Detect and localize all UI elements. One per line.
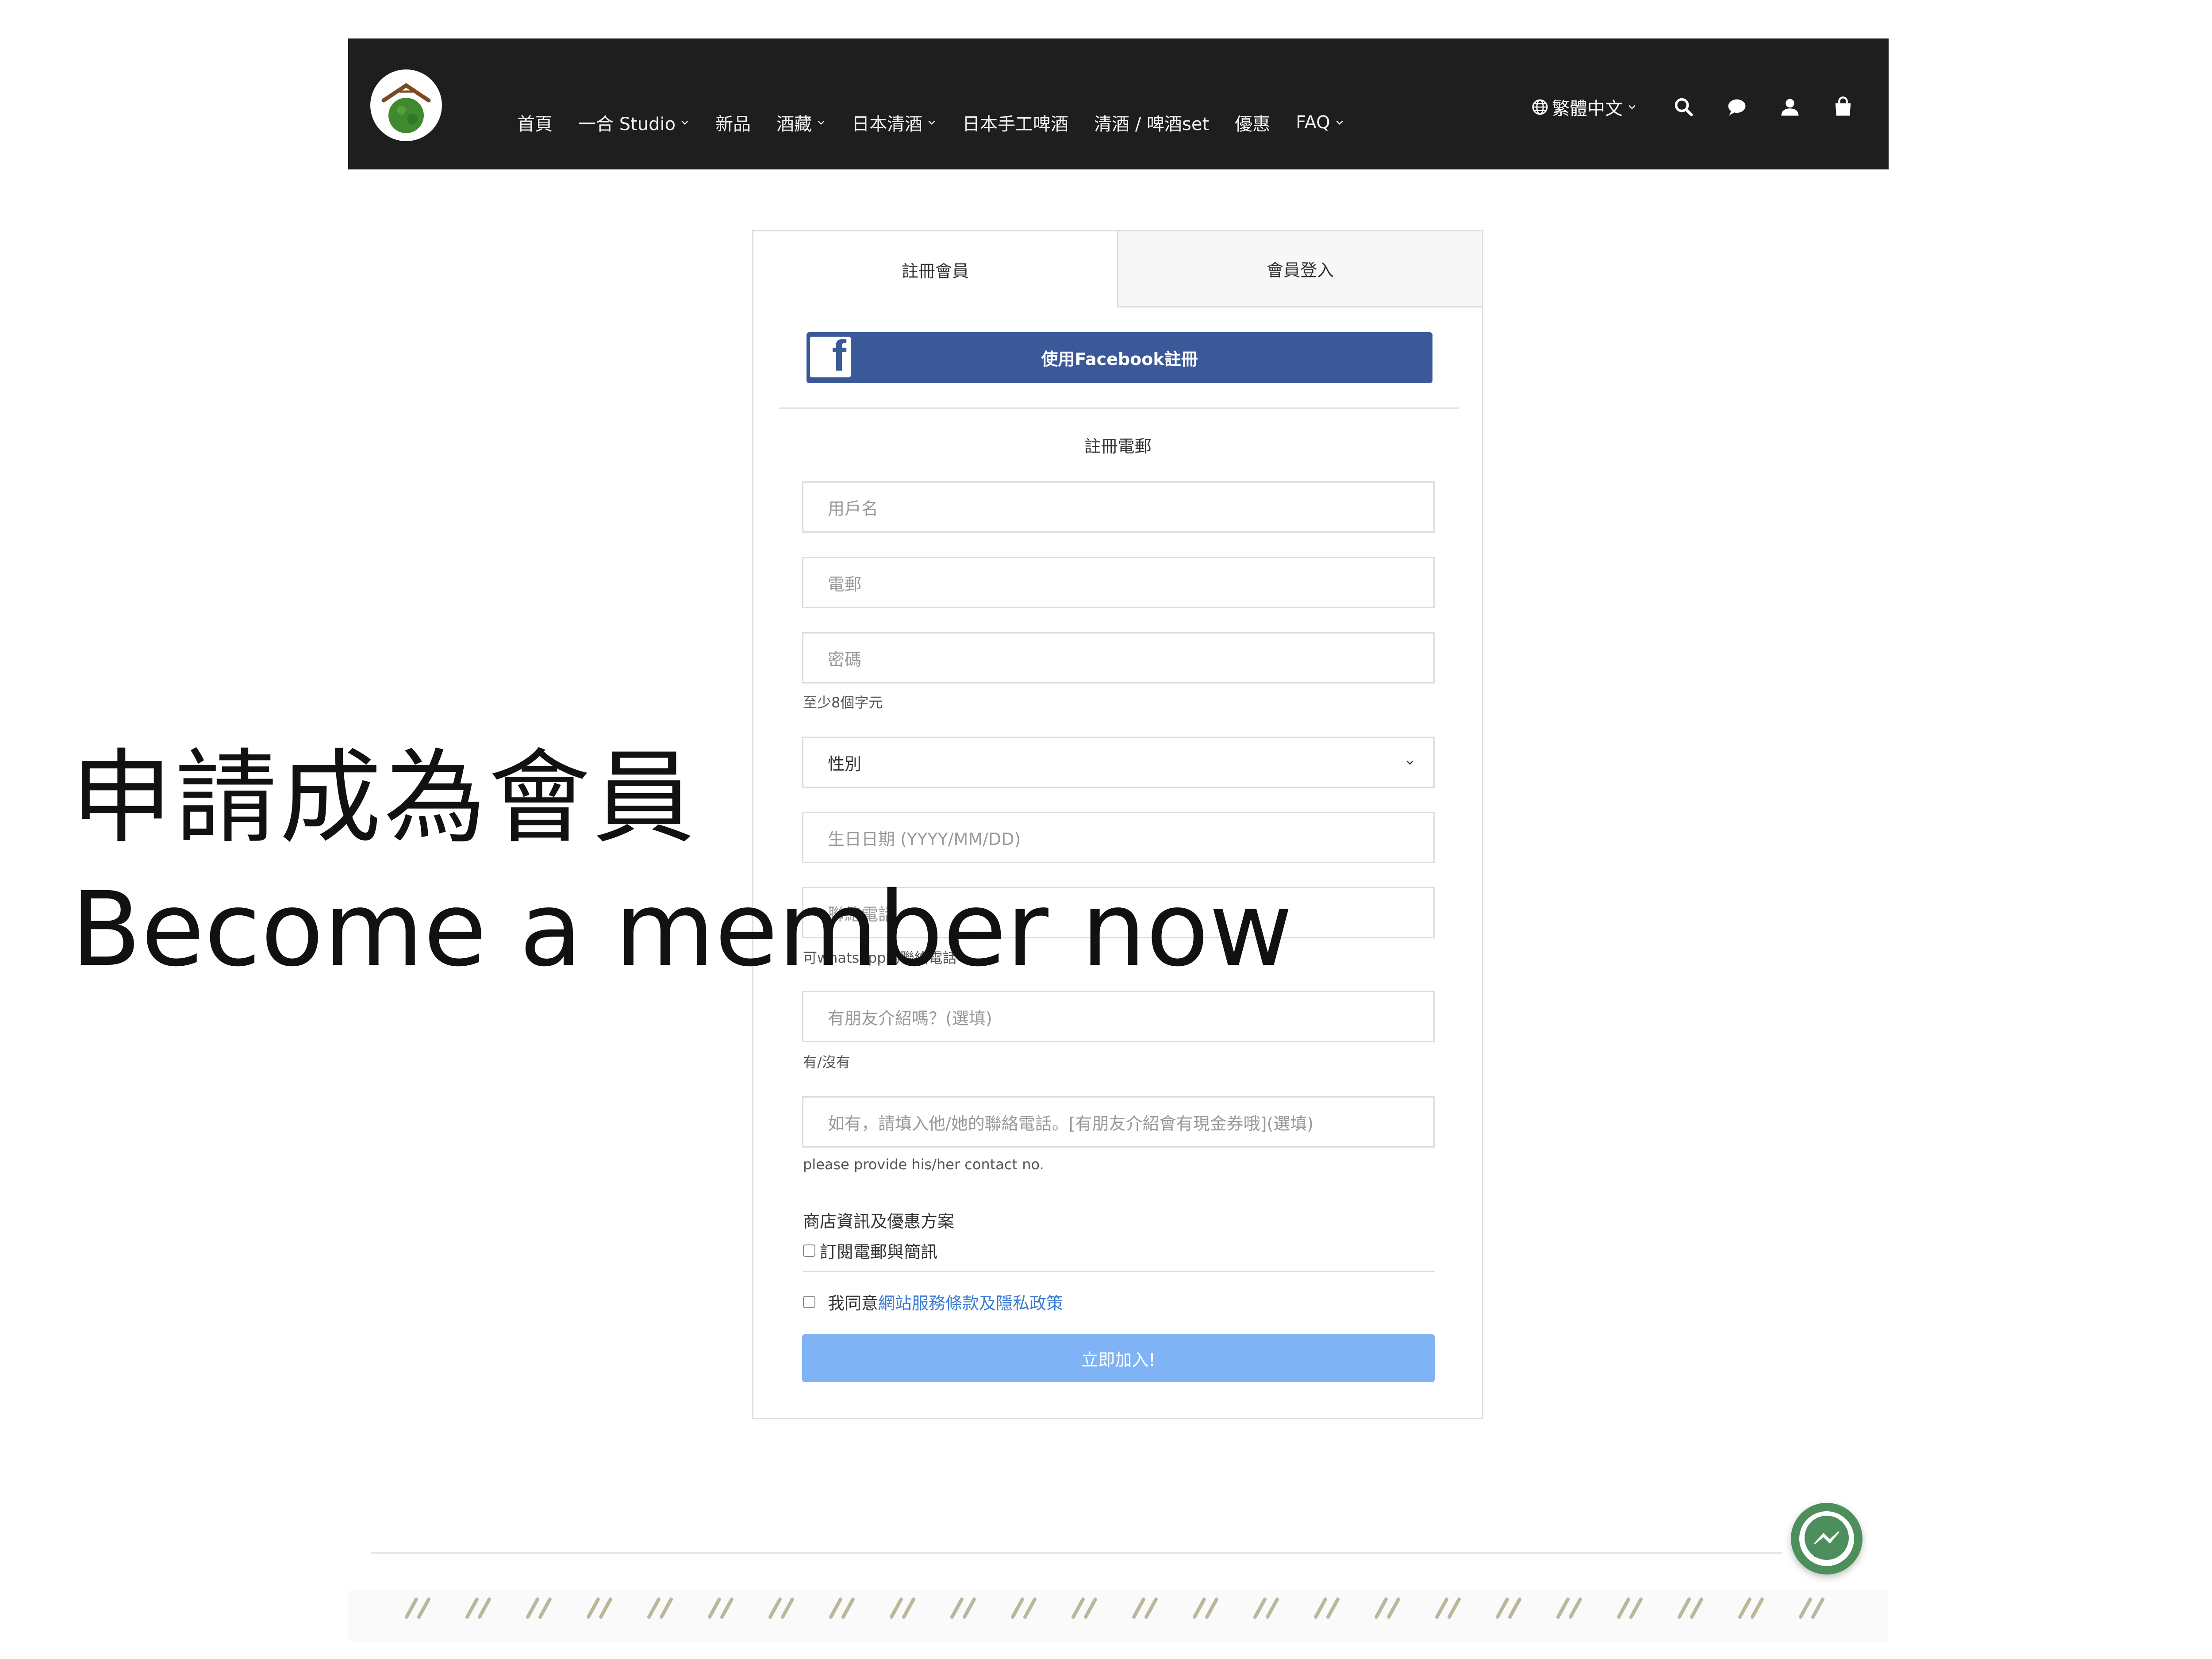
chevron-down-icon (1336, 120, 1343, 125)
nav-item-sake[interactable]: 日本清酒 (852, 110, 937, 135)
cart-icon (1835, 96, 1851, 116)
email-placeholder: 電郵 (828, 574, 862, 594)
nav-label: 日本清酒 (852, 114, 923, 134)
nav-item-offers[interactable]: 優惠 (1235, 110, 1270, 135)
email-input[interactable]: 電郵 (802, 557, 1435, 608)
nav-label: 優惠 (1235, 114, 1271, 134)
nav-item-studio[interactable]: 一合 Studio (578, 110, 690, 135)
decorative-stripes (348, 1590, 1888, 1641)
divider (803, 1271, 1435, 1272)
referral-help: 有/沒有 (803, 1054, 850, 1071)
tab-register[interactable]: 註冊會員 (753, 231, 1117, 307)
referral-input[interactable]: 有朋友介紹嗎？(選填) (802, 991, 1435, 1042)
gender-select[interactable]: 性別 (802, 737, 1435, 788)
marketing-title: 商店資訊及優惠方案 (803, 1212, 955, 1231)
auth-tabs: 註冊會員 會員登入 (753, 231, 1482, 307)
site-logo[interactable] (370, 69, 442, 141)
nav-label: 酒藏 (776, 114, 812, 134)
nav-item-home[interactable]: 首頁 (517, 110, 553, 135)
birthday-input[interactable]: 生日日期 (YYYY/MM/DD) (802, 812, 1435, 863)
cart-button[interactable] (1832, 96, 1855, 119)
divider (779, 407, 1459, 409)
username-input[interactable]: 用戶名 (802, 481, 1435, 533)
language-label: 繁體中文 (1552, 99, 1623, 119)
subscribe-label: 訂閱電郵與簡訊 (820, 1242, 938, 1262)
overlay-title-chinese: 申請成為會員 (71, 739, 698, 857)
messenger-icon (1799, 1511, 1854, 1566)
site-header: 首頁 一合 Studio 新品 酒藏 日本清酒 日本手工啤酒 清酒 / 啤酒se… (348, 38, 1889, 169)
referral-phone-placeholder: 如有，請填入他/她的聯絡電話。[有朋友介紹會有現金券哦](選填) (828, 1114, 1314, 1133)
nav-label: FAQ (1296, 112, 1330, 133)
messenger-button[interactable] (1791, 1503, 1863, 1575)
chevron-down-icon (1406, 760, 1413, 765)
nav-item-craft-beer[interactable]: 日本手工啤酒 (962, 110, 1068, 135)
nav-item-sets[interactable]: 清酒 / 啤酒set (1094, 110, 1209, 135)
username-placeholder: 用戶名 (828, 499, 879, 518)
search-button[interactable] (1672, 96, 1695, 119)
referral-placeholder: 有朋友介紹嗎？(選填) (828, 1008, 992, 1028)
chevron-down-icon (928, 120, 935, 125)
password-help: 至少8個字元 (803, 694, 883, 711)
password-placeholder: 密碼 (828, 649, 862, 669)
referral-phone-input[interactable]: 如有，請填入他/她的聯絡電話。[有朋友介紹會有現金券哦](選填) (802, 1096, 1435, 1148)
header-tools: 繁體中文 (1532, 92, 1885, 123)
facebook-register-button[interactable]: f 使用Facebook註冊 (806, 332, 1432, 383)
referral-phone-help: please provide his/her contact no. (803, 1156, 1044, 1173)
nav-label: 清酒 / 啤酒set (1094, 114, 1210, 134)
agree-row: 我同意 網站服務條款及隱私政策 (803, 1290, 1063, 1314)
nav-item-faq[interactable]: FAQ (1296, 112, 1344, 133)
globe-icon (1532, 99, 1548, 115)
register-card: 註冊會員 會員登入 f 使用Facebook註冊 註冊電郵 用戶名 電郵 密碼 … (752, 230, 1483, 1419)
agree-prefix: 我同意 (828, 1294, 879, 1313)
birthday-placeholder: 生日日期 (YYYY/MM/DD) (828, 829, 1021, 849)
subscribe-checkbox[interactable] (803, 1244, 815, 1257)
section-title: 註冊電郵 (1084, 437, 1152, 456)
agree-checkbox[interactable] (803, 1295, 815, 1308)
terms-link[interactable]: 網站服務條款及隱私政策 (878, 1290, 1063, 1314)
gender-value: 性別 (828, 754, 862, 774)
main-navigation: 首頁 一合 Studio 新品 酒藏 日本清酒 日本手工啤酒 清酒 / 啤酒se… (517, 105, 1370, 140)
language-selector[interactable]: 繁體中文 (1532, 94, 1637, 120)
chevron-down-icon (818, 120, 825, 125)
nav-label: 新品 (715, 114, 751, 134)
password-input[interactable]: 密碼 (802, 632, 1435, 684)
tab-login[interactable]: 會員登入 (1117, 231, 1482, 307)
logo-icon (371, 70, 441, 140)
nav-item-brewery[interactable]: 酒藏 (776, 110, 826, 135)
overlay-title-english: Become a member now (71, 870, 1293, 989)
chat-button[interactable] (1725, 96, 1748, 119)
chat-icon (1728, 99, 1746, 116)
join-now-label: 立即加入! (1081, 1350, 1156, 1370)
footer-divider (371, 1552, 1782, 1554)
nav-label: 一合 Studio (578, 114, 676, 134)
stripe-pattern (348, 1590, 1888, 1641)
nav-label: 日本手工啤酒 (962, 114, 1069, 134)
facebook-icon: f (810, 334, 851, 377)
account-button[interactable] (1778, 96, 1801, 119)
tab-label: 會員登入 (1266, 261, 1334, 280)
tab-label: 註冊會員 (901, 261, 969, 281)
facebook-button-label: 使用Facebook註冊 (1041, 349, 1198, 369)
user-icon (1781, 99, 1799, 116)
join-now-button[interactable]: 立即加入! (802, 1334, 1435, 1382)
chevron-down-icon (681, 120, 688, 125)
subscribe-row: 訂閱電郵與簡訊 (803, 1238, 937, 1263)
search-icon (1674, 98, 1693, 116)
nav-label: 首頁 (517, 114, 553, 134)
chevron-down-icon (1628, 105, 1636, 109)
nav-item-new[interactable]: 新品 (715, 110, 751, 135)
